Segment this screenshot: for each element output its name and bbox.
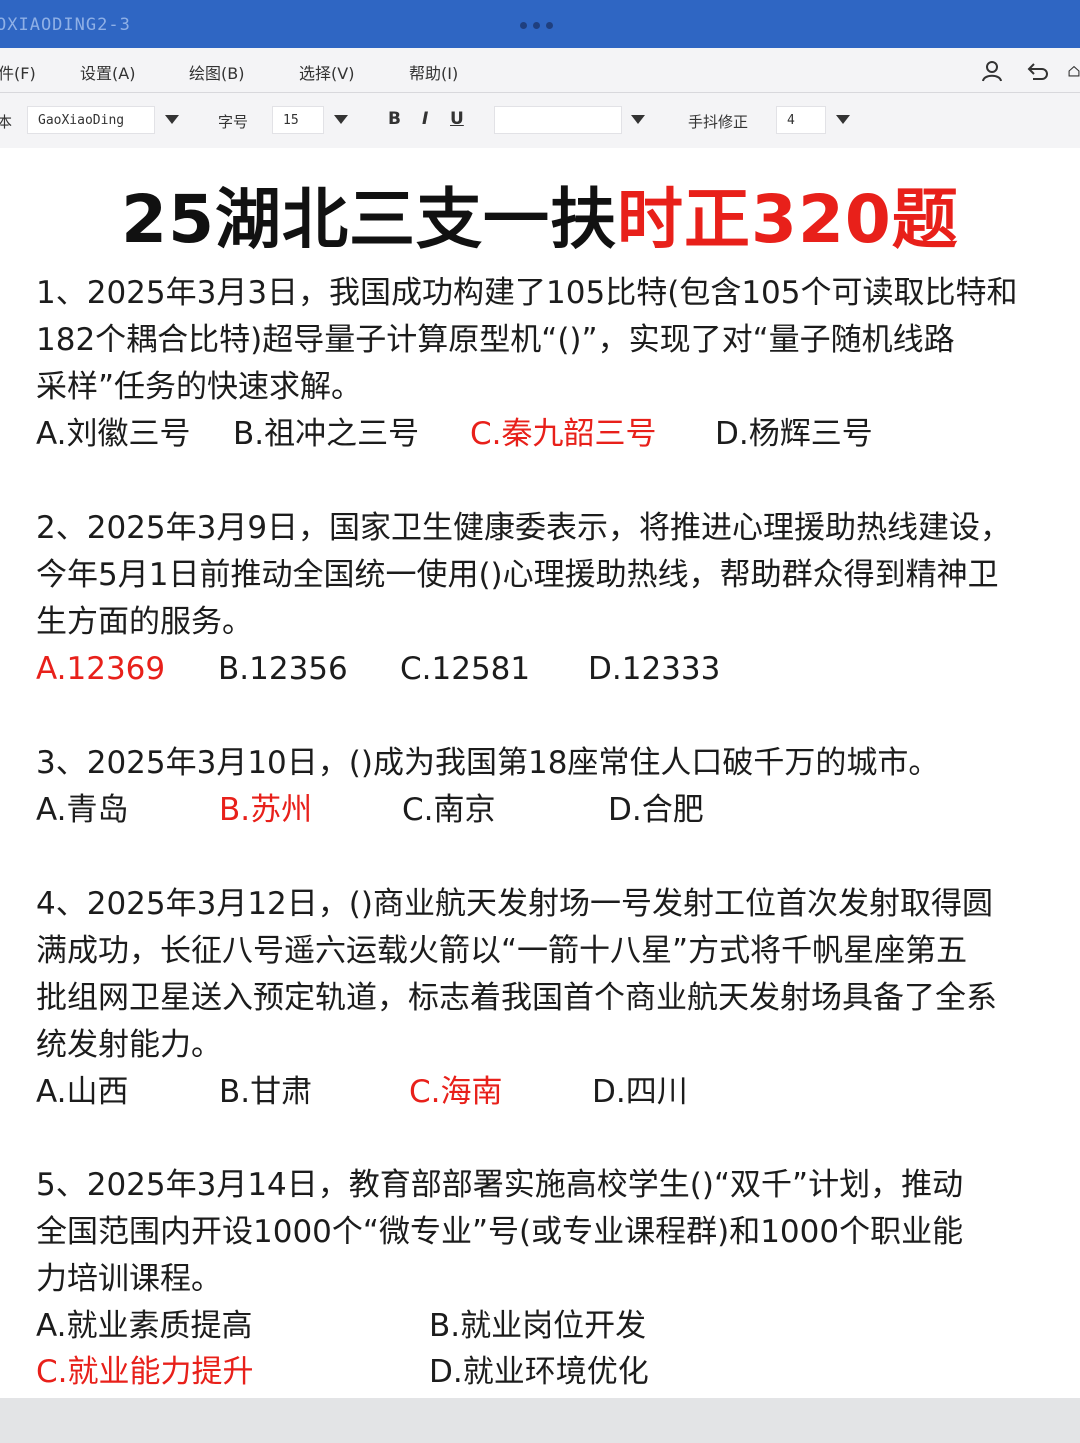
chevron-down-icon[interactable] (165, 115, 179, 124)
question-line: 5、2025年3月14日，教育部部署实施高校学生()“双千”计划，推动 (36, 1167, 964, 1203)
menu-draw[interactable]: 绘图(B) (189, 60, 244, 84)
option: A.山西 (36, 1074, 129, 1110)
option: C.秦九韶三号 (470, 416, 657, 452)
option: B.12356 (218, 651, 348, 687)
font-size-select[interactable]: 15 (272, 106, 324, 134)
format-toolbar: 本 GaoXiaoDing 字号 15 B I U 手抖修正 4 (0, 93, 1080, 150)
question-line: 采样”任务的快速求解。 (36, 369, 363, 405)
option: D.合肥 (608, 792, 704, 828)
question-line: 力培训课程。 (36, 1261, 222, 1297)
font-label: 本 (0, 113, 13, 131)
question-line: 统发射能力。 (36, 1027, 222, 1063)
option: A.刘徽三号 (36, 416, 191, 452)
font-select[interactable]: GaoXiaoDing (27, 106, 155, 134)
menu-help[interactable]: 帮助(I) (409, 60, 458, 84)
chevron-down-icon[interactable] (334, 115, 348, 124)
options-5a: A.就业素质提高 B.就业岗位开发 (0, 1303, 1080, 1350)
question-line: 2、2025年3月9日，国家卫生健康委表示，将推进心理援助热线建设， (36, 510, 1012, 546)
options-1: A.刘徽三号 B.祖冲之三号 C.秦九韶三号 D.杨辉三号 (0, 411, 1080, 458)
document-canvas[interactable]: 25湖北三支一扶时正320题 1、2025年3月3日，我国成功构建了105比特(… (0, 148, 1080, 1398)
option: A.就业素质提高 (36, 1308, 253, 1344)
question-line: 今年5月1日前推动全国统一使用()心理援助热线，帮助群众得到精神卫 (36, 557, 999, 593)
hand-correction-label: 手抖修正 (688, 113, 749, 131)
option: D.四川 (592, 1074, 688, 1110)
italic-button[interactable]: I (422, 109, 428, 129)
menu-settings[interactable]: 设置(A) (80, 60, 135, 84)
question-line: 全国范围内开设1000个“微专业”号(或专业课程群)和1000个职业能 (36, 1214, 964, 1250)
chevron-down-icon[interactable] (836, 115, 850, 124)
user-icon[interactable] (976, 57, 1008, 85)
question-3: 3、2025年3月10日，()成为我国第18座常住人口破千万的城市。 (36, 740, 1046, 787)
question-4: 4、2025年3月12日，()商业航天发射场一号发射工位首次发射取得圆 满成功，… (36, 881, 1046, 1069)
menu-select[interactable]: 选择(V) (299, 60, 354, 84)
window-title: OXIAODING2-3 (0, 15, 131, 35)
undo-icon[interactable] (1022, 57, 1054, 85)
option: C.南京 (402, 792, 496, 828)
home-icon[interactable] (1068, 57, 1080, 85)
title-bar: OXIAODING2-3 (0, 0, 1080, 48)
option: B.祖冲之三号 (233, 416, 420, 452)
window-menu-dots[interactable] (520, 22, 553, 29)
question-5: 5、2025年3月14日，教育部部署实施高校学生()“双千”计划，推动 全国范围… (36, 1162, 1046, 1303)
options-2: A.12369 B.12356 C.12581 D.12333 (0, 646, 1080, 693)
options-3: A.青岛 B.苏州 C.南京 D.合肥 (0, 787, 1080, 834)
option: D.12333 (588, 651, 721, 687)
option: C.海南 (409, 1074, 503, 1110)
option: D.杨辉三号 (715, 416, 873, 452)
font-size-label: 字号 (218, 113, 249, 131)
document-title: 25湖北三支一扶时正320题 (0, 178, 1080, 262)
menu-file[interactable]: 件(F) (0, 60, 36, 84)
bold-button[interactable]: B (388, 109, 401, 129)
question-line: 生方面的服务。 (36, 604, 253, 640)
option: C.12581 (400, 651, 531, 687)
option: A.青岛 (36, 792, 129, 828)
question-line: 满成功，长征八号遥六运载火箭以“一箭十八星”方式将千帆星座第五 (36, 933, 968, 969)
question-1: 1、2025年3月3日，我国成功构建了105比特(包含105个可读取比特和 18… (36, 270, 1046, 411)
option: A.12369 (36, 651, 166, 687)
question-line: 批组网卫星送入预定轨道，标志着我国首个商业航天发射场具备了全系 (36, 980, 997, 1016)
question-line: 1、2025年3月3日，我国成功构建了105比特(包含105个可读取比特和 (36, 275, 1018, 311)
question-line: 4、2025年3月12日，()商业航天发射场一号发射工位首次发射取得圆 (36, 886, 993, 922)
question-2: 2、2025年3月9日，国家卫生健康委表示，将推进心理援助热线建设， 今年5月1… (36, 505, 1046, 646)
question-line: 3、2025年3月10日，()成为我国第18座常住人口破千万的城市。 (36, 745, 940, 781)
title-black: 25湖北三支一扶 (121, 181, 618, 258)
option: B.苏州 (219, 792, 313, 828)
option: C.就业能力提升 (36, 1354, 254, 1390)
options-4: A.山西 B.甘肃 C.海南 D.四川 (0, 1069, 1080, 1116)
question-line: 182个耦合比特)超导量子计算原型机“()”，实现了对“量子随机线路 (36, 322, 955, 358)
color-select[interactable] (494, 106, 622, 134)
page-footer (0, 1398, 1080, 1443)
options-5b: C.就业能力提升 D.就业环境优化 (0, 1349, 1080, 1396)
option: B.就业岗位开发 (429, 1308, 647, 1344)
title-red: 时正320题 (617, 181, 959, 258)
underline-button[interactable]: U (450, 109, 464, 129)
menu-bar: 件(F) 设置(A) 绘图(B) 选择(V) 帮助(I) (0, 48, 1080, 93)
hand-correction-select[interactable]: 4 (776, 106, 826, 134)
option: D.就业环境优化 (429, 1354, 649, 1390)
option: B.甘肃 (219, 1074, 313, 1110)
chevron-down-icon[interactable] (631, 115, 645, 124)
